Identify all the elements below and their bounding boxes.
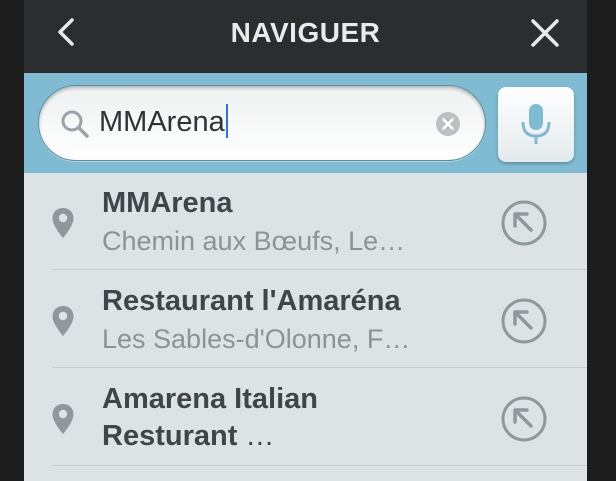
text-cursor [225, 104, 228, 139]
divider [52, 367, 587, 368]
page-title: NAVIGUER [230, 17, 381, 48]
result-item[interactable]: Restaurant l'Amaréna Les Sables-d'Olonne… [24, 271, 587, 369]
voice-search-button[interactable] [498, 87, 574, 162]
navigate-arrow-icon[interactable] [500, 297, 548, 345]
search-icon [61, 110, 89, 138]
search-input-text: MMArena [99, 102, 228, 142]
app-screen: NAVIGUER MMArena MMArena Chemin aux Bœuf… [24, 0, 587, 481]
back-button[interactable] [54, 15, 94, 49]
result-title-line2-text: Resturant [102, 420, 238, 452]
result-title: Restaurant l'Amaréna [102, 285, 401, 317]
ellipsis: … [237, 420, 275, 452]
result-title: MMArena [102, 187, 233, 219]
header-bar: NAVIGUER [24, 0, 587, 73]
search-bar: MMArena [24, 73, 587, 173]
result-item[interactable]: Amarena Italian Resturant … [24, 369, 587, 467]
navigate-arrow-icon[interactable] [500, 395, 548, 443]
divider [52, 269, 587, 270]
navigate-arrow-icon[interactable] [500, 199, 548, 247]
search-input[interactable]: MMArena [38, 85, 486, 161]
clear-icon[interactable] [435, 111, 461, 137]
location-pin-icon [52, 208, 74, 238]
location-pin-icon [52, 404, 74, 434]
search-value: MMArena [99, 106, 225, 138]
chevron-left-icon [58, 18, 74, 46]
close-button[interactable] [525, 14, 565, 52]
result-title: Amarena Italian [102, 383, 318, 415]
close-icon [531, 19, 559, 47]
divider [52, 465, 587, 466]
result-subtitle: Les Sables-d'Olonne, F… [102, 324, 411, 354]
result-title-line2: Resturant … [102, 418, 482, 454]
location-pin-icon [52, 306, 74, 336]
microphone-icon [521, 103, 551, 144]
result-item[interactable]: MMArena Chemin aux Bœufs, Le… [24, 173, 587, 271]
result-subtitle: Chemin aux Bœufs, Le… [102, 226, 406, 256]
